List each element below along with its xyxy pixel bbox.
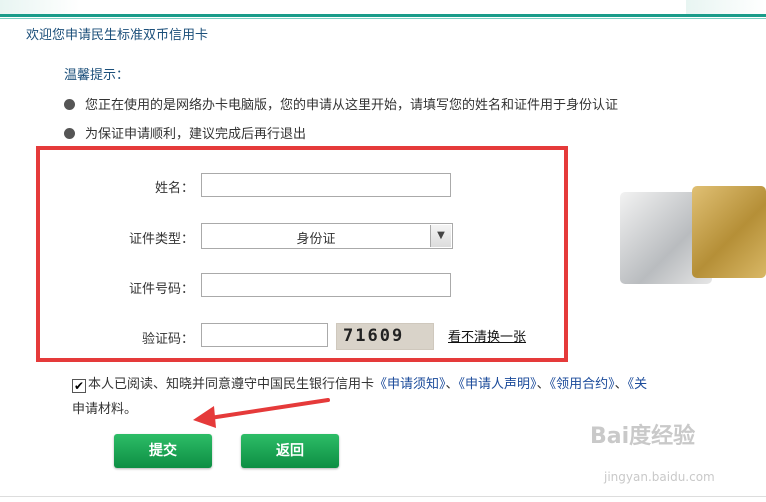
watermark-url: jingyan.baidu.com bbox=[604, 470, 715, 484]
back-button[interactable]: 返回 bbox=[241, 434, 339, 468]
watermark-brand: Bai度经验 bbox=[590, 424, 696, 449]
submit-button[interactable]: 提交 bbox=[114, 434, 212, 468]
footer-divider bbox=[0, 496, 766, 497]
